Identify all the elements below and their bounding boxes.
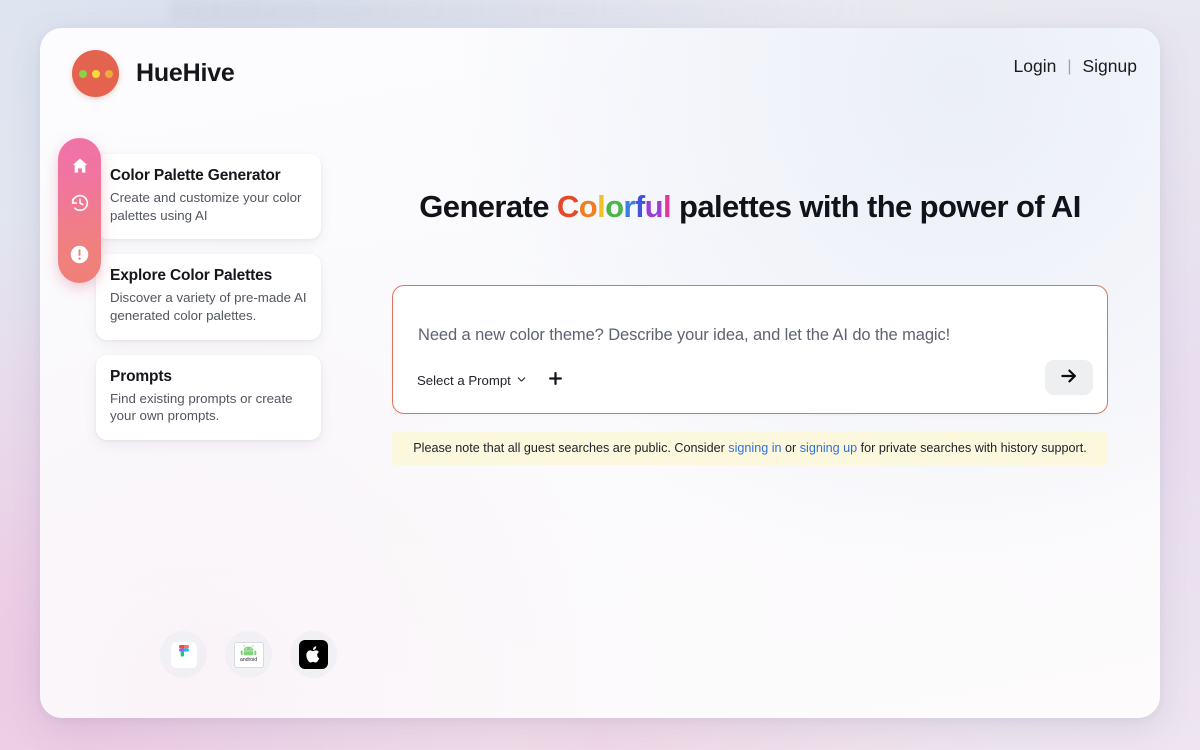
android-badge[interactable]: android [225, 631, 272, 678]
header: HueHive Login | Signup [40, 28, 1160, 120]
signing-in-link[interactable]: signing in [728, 441, 781, 455]
hero-section: Generate Colorful palettes with the powe… [360, 188, 1140, 466]
feature-card-description: Find existing prompts or create your own… [110, 390, 293, 424]
headline-rainbow-word: Colorful [556, 189, 672, 224]
feature-card-color-palette-generator[interactable]: Color Palette Generator Create and custo… [96, 154, 321, 240]
prompt-input[interactable]: Need a new color theme? Describe your id… [418, 326, 950, 345]
alert-circle-icon [69, 244, 90, 265]
select-prompt-dropdown[interactable]: Select a Prompt [417, 373, 527, 388]
rail-history-button[interactable] [68, 191, 92, 215]
page-title: Generate Colorful palettes with the powe… [360, 188, 1140, 227]
home-icon [70, 156, 90, 176]
select-prompt-label: Select a Prompt [417, 372, 511, 388]
guest-notice-text-middle: or [781, 440, 800, 455]
left-rail [58, 138, 101, 283]
headline-prefix: Generate [419, 189, 557, 224]
chevron-down-icon [516, 373, 527, 388]
brand-logo[interactable]: HueHive [72, 50, 235, 97]
headline-rainbow-letter-1: o [578, 189, 598, 224]
history-clock-icon [70, 193, 90, 213]
feature-card-title: Explore Color Palettes [110, 267, 273, 285]
headline-rainbow-letter-2: l [597, 189, 606, 224]
headline-rainbow-letter-7: l [662, 189, 672, 224]
signup-link[interactable]: Signup [1083, 56, 1138, 77]
headline-rainbow-letter-0: C [556, 189, 579, 224]
android-icon: android [233, 641, 264, 668]
feature-card-title: Color Palette Generator [110, 167, 281, 184]
signing-up-link[interactable]: signing up [800, 441, 857, 455]
arrow-right-icon [1059, 366, 1079, 389]
figma-icon [170, 641, 197, 668]
platform-badge-list: android [160, 631, 337, 678]
submit-prompt-button[interactable] [1045, 359, 1093, 395]
brand-name: HueHive [136, 59, 235, 87]
headline-suffix: palettes with the power of AI [670, 189, 1081, 224]
auth-links: Login | Signup [1014, 56, 1137, 77]
headline-rainbow-letter-3: o [605, 189, 624, 224]
auth-separator: | [1067, 57, 1072, 75]
rail-home-button[interactable] [68, 154, 92, 178]
feature-card-list: Color Palette Generator Create and custo… [96, 154, 321, 441]
headline-rainbow-letter-5: f [634, 189, 645, 224]
feature-card-explore-color-palettes[interactable]: Explore Color Palettes Discover a variet… [96, 254, 321, 340]
feature-card-title: Prompts [110, 367, 172, 385]
guest-notice-text-after: for private searches with history suppor… [857, 440, 1087, 455]
logo-dot-orange [104, 69, 113, 78]
figma-badge[interactable] [160, 631, 207, 678]
login-link[interactable]: Login [1014, 56, 1057, 77]
guest-notice-banner: Please note that all guest searches are … [392, 431, 1108, 466]
headline-rainbow-letter-6: u [644, 189, 664, 224]
plus-icon[interactable] [547, 370, 564, 391]
headline-rainbow-letter-4: r [623, 189, 635, 224]
feature-card-description: Discover a variety of pre-made AI genera… [110, 290, 307, 324]
guest-notice-text-before: Please note that all guest searches are … [413, 440, 729, 455]
apple-icon [299, 640, 328, 669]
apple-badge[interactable] [290, 631, 337, 678]
logo-dot-yellow [91, 69, 100, 78]
prompt-composer[interactable]: Need a new color theme? Describe your id… [392, 284, 1108, 414]
feature-card-description: Create and customize your color palettes… [110, 190, 302, 223]
composer-toolbar: Select a Prompt [417, 370, 564, 391]
app-card: HueHive Login | Signup Color Palette Gen… [40, 28, 1160, 718]
android-label: android [239, 657, 258, 664]
feature-card-prompts[interactable]: Prompts Find existing prompts or create … [96, 354, 321, 441]
rail-alert-button[interactable] [68, 242, 92, 266]
background-blur-artifact [170, 0, 870, 22]
logo-dot-green [78, 69, 87, 78]
three-dots-circle-icon [72, 50, 119, 97]
page-background: HueHive Login | Signup Color Palette Gen… [0, 0, 1200, 750]
